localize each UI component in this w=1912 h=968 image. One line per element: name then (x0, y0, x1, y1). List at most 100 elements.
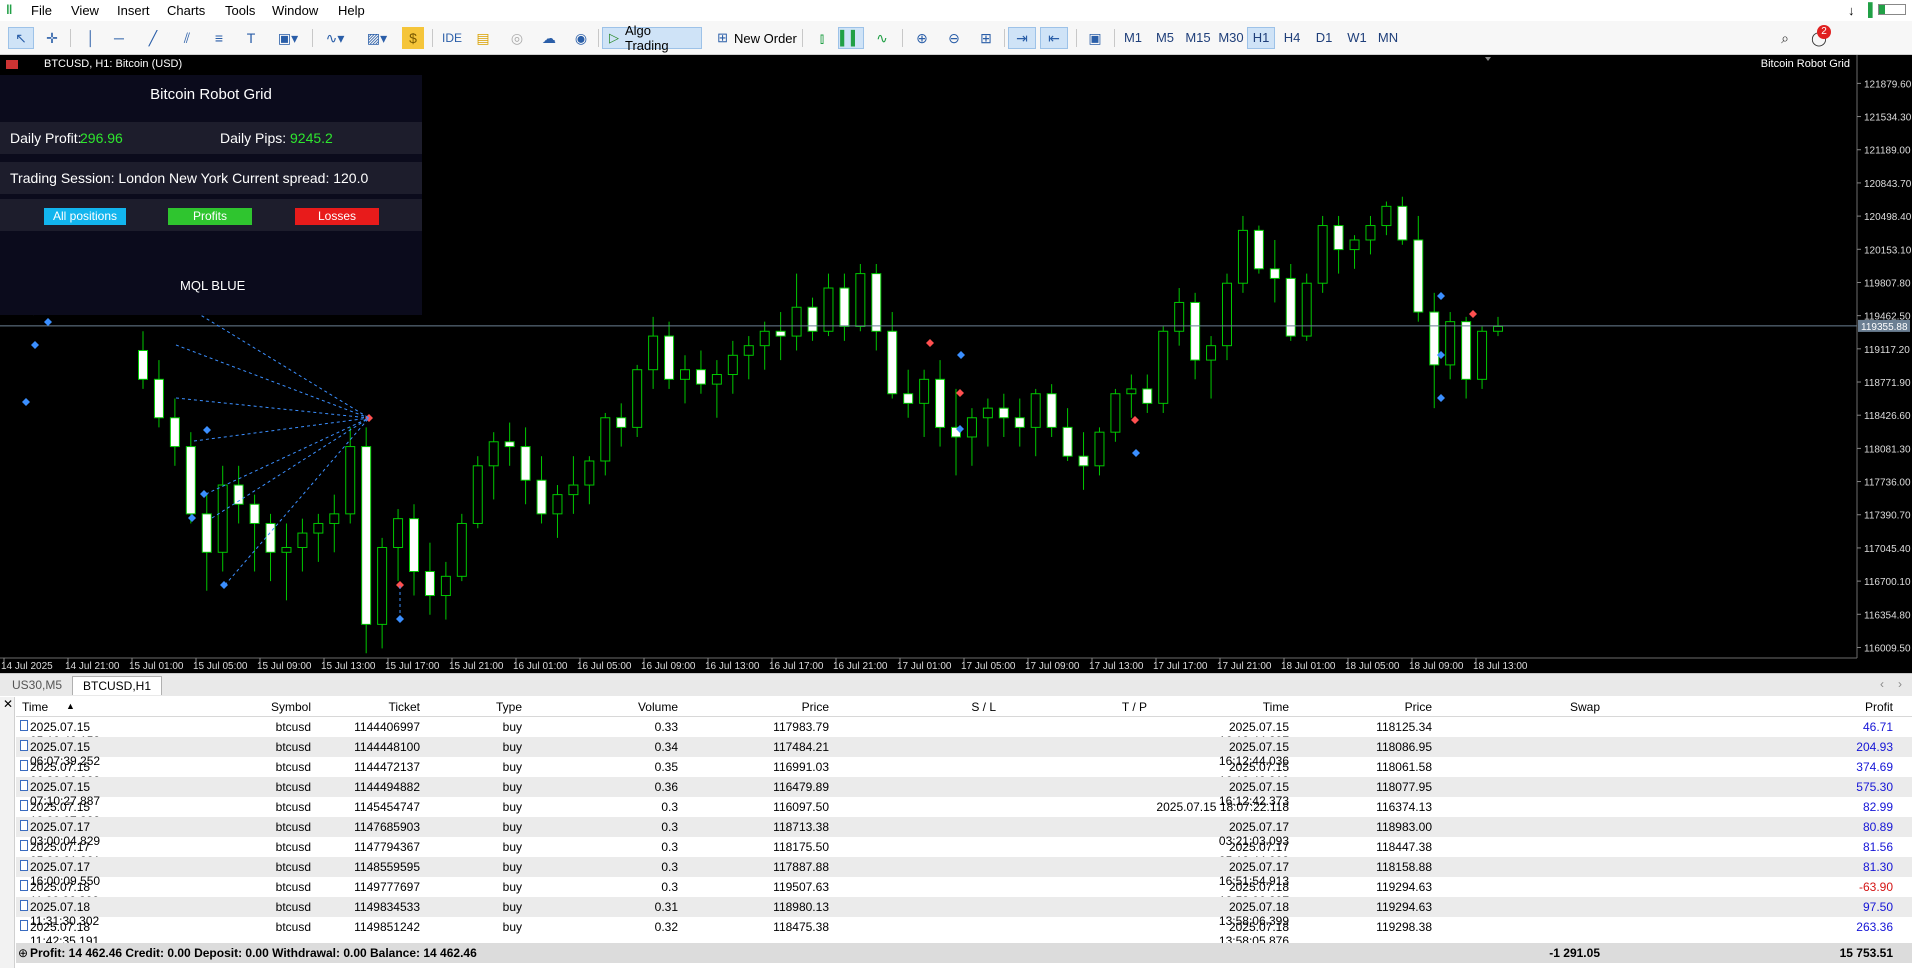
menu-insert[interactable]: Insert (117, 3, 150, 18)
candle-bear (536, 479, 547, 515)
cell-open-price: 118475.38 (773, 920, 829, 934)
crosshair-icon[interactable]: ✛ (40, 27, 64, 49)
bar-chart-icon[interactable]: ⫾ (810, 27, 834, 49)
col-open-time[interactable]: Time (22, 700, 48, 714)
shapes-icon[interactable]: ▣▾ (270, 27, 306, 49)
col-symbol[interactable]: Symbol (166, 700, 311, 714)
fibonacci-icon[interactable]: ≡ (208, 27, 230, 49)
menu-help[interactable]: Help (338, 3, 365, 18)
ide-button[interactable]: IDE (438, 27, 466, 49)
candle-bull (1158, 330, 1169, 404)
timeframe-m30[interactable]: M30 (1215, 27, 1247, 49)
new-order-button[interactable]: ⊞ New Order (708, 27, 806, 49)
toolbar-separator (598, 29, 599, 47)
zoom-out-icon[interactable]: ⊖ (942, 27, 966, 49)
candle-bear (520, 446, 531, 481)
menu-file[interactable]: File (31, 3, 52, 18)
table-row[interactable]: 2025.07.18 11:42:35.191 btcusd 1149851242 b… (16, 917, 1912, 948)
chart-tabs: US30,M5 BTCUSD,H1 ‹ › (0, 673, 1912, 696)
candle-bear (1333, 225, 1344, 251)
screenshot-icon[interactable]: ▣ (1082, 27, 1108, 49)
market-icon[interactable]: ▤ (472, 27, 494, 49)
summary-text: Profit: 14 462.46 Credit: 0.00 Deposit: … (30, 946, 477, 960)
timeframe-mn[interactable]: MN (1374, 27, 1402, 49)
candle-bear (1190, 301, 1201, 361)
daily-pips-label: Daily Pips: (220, 130, 287, 146)
tab-us30-m5[interactable]: US30,M5 (2, 676, 72, 694)
col-profit[interactable]: Profit (1606, 700, 1893, 714)
toolbar-separator (1076, 29, 1077, 47)
menu-view[interactable]: View (71, 3, 99, 18)
vertical-line-icon[interactable]: │ (80, 27, 102, 49)
table-row[interactable]: 2025.07.18 11:00:06.399btcusd1149777697b… (16, 877, 1912, 908)
col-close-time[interactable]: Time (1156, 700, 1289, 714)
timeframe-m1[interactable]: M1 (1120, 27, 1146, 49)
timeframe-w1[interactable]: W1 (1344, 27, 1370, 49)
menu-tools[interactable]: Tools (225, 3, 255, 18)
table-row[interactable]: 2025.07.17 03:00:04.829 btcusd 1147685903 b… (16, 817, 1912, 848)
table-row[interactable]: 2025.07.15 06:38:02.828btcusd1144472137b… (16, 757, 1912, 788)
indicators-icon[interactable]: ∿▾ (318, 27, 352, 49)
channel-icon[interactable]: ⫽ (176, 27, 198, 49)
timeframe-h1[interactable]: H1 (1247, 27, 1275, 49)
cursor-tool-icon[interactable]: ↖ (8, 27, 34, 49)
algo-trading-button[interactable]: ▷ Algo Trading (602, 23, 702, 53)
col-type[interactable]: Type (426, 700, 522, 714)
time-tick-label: 15 Jul 01:00 (129, 661, 184, 672)
table-row[interactable]: 2025.07.17 05:00:01.821btcusd1147794367b… (16, 837, 1912, 868)
col-close-price[interactable]: Price (1296, 700, 1432, 714)
zoom-in-icon[interactable]: ⊕ (910, 27, 934, 49)
table-row[interactable]: 2025.07.15 18:00:07.328btcusd1145454747b… (16, 797, 1912, 828)
table-row[interactable]: 2025.07.15 06:07:39.252 btcusd 1144448100 b… (16, 737, 1912, 768)
table-row[interactable]: 2025.07.15 05:19:42.153btcusd1144406997b… (16, 717, 1912, 748)
signals-icon[interactable]: $ (402, 27, 424, 49)
col-swap[interactable]: Swap (1436, 700, 1600, 714)
horizontal-line-icon[interactable]: ─ (108, 27, 130, 49)
candle-bear (1253, 229, 1264, 270)
expert-advisor-name: Bitcoin Robot Grid (1760, 58, 1850, 70)
minimize-icon[interactable]: ↓ (1848, 3, 1855, 18)
table-row[interactable]: 2025.07.18 11:31:30.302 btcusd 1149834533 b… (16, 897, 1912, 928)
table-row[interactable]: 2025.07.15 07:10:27.887 btcusd 1144494882 b… (16, 777, 1912, 808)
toolbar: ↖ ✛ │ ─ ╱ ⫽ ≡ T ▣▾ ∿▾ ▨▾ $ IDE ▤ ◎ ☁ ◉ ▷… (0, 21, 1912, 55)
profits-button[interactable]: Profits (168, 208, 252, 225)
tab-scroll-right-icon[interactable]: › (1898, 677, 1902, 691)
chart-templates-icon[interactable]: ▨▾ (360, 27, 394, 49)
timeframe-m15[interactable]: M15 (1182, 27, 1214, 49)
radio-icon[interactable]: ◎ (504, 27, 530, 49)
autoscroll-icon[interactable]: ⇥ (1008, 27, 1036, 49)
col-tp[interactable]: T / P (996, 700, 1147, 714)
cell-volume: 0.3 (661, 840, 678, 854)
candle-bull (377, 546, 388, 625)
candle-bull (855, 273, 866, 327)
cloud-icon[interactable]: ☁ (536, 27, 562, 49)
tab-scroll-left-icon[interactable]: ‹ (1880, 677, 1884, 691)
col-ticket[interactable]: Ticket (316, 700, 420, 714)
close-toolbox-icon[interactable]: ✕ (3, 697, 13, 711)
timeframe-h4[interactable]: H4 (1280, 27, 1304, 49)
candlestick-icon[interactable]: ▍▍ (838, 27, 864, 49)
trendline-icon[interactable]: ╱ (142, 27, 164, 49)
all-positions-button[interactable]: All positions (44, 208, 126, 225)
chart-shift-icon[interactable]: ⇤ (1040, 27, 1068, 49)
vps-icon[interactable]: ◉ (568, 27, 594, 49)
losses-button[interactable]: Losses (295, 208, 379, 225)
cell-volume: 0.32 (654, 920, 678, 934)
col-open-price[interactable]: Price (686, 700, 829, 714)
chart-area[interactable]: 121879.60 121534.30 121189.00 120843.70 1204… (0, 55, 1912, 673)
timeframe-d1[interactable]: D1 (1312, 27, 1336, 49)
menu-window[interactable]: Window (272, 3, 318, 18)
table-row[interactable]: 2025.07.17 16:00:09.550 btcusd 1148559595 b… (16, 857, 1912, 888)
candle-bull (1445, 321, 1456, 366)
tile-windows-icon[interactable]: ⊞ (974, 27, 998, 49)
text-tool-icon[interactable]: T (240, 27, 262, 49)
menu-charts[interactable]: Charts (167, 3, 205, 18)
line-chart-icon[interactable]: ∿ (870, 27, 894, 49)
col-volume[interactable]: Volume (526, 700, 678, 714)
timeframe-m5[interactable]: M5 (1152, 27, 1178, 49)
search-icon[interactable]: ⌕ (1774, 27, 1796, 49)
tab-btcusd-h1[interactable]: BTCUSD,H1 (72, 676, 163, 695)
summary-expand-icon[interactable]: ⊕ (18, 946, 28, 960)
col-sl[interactable]: S / L (836, 700, 996, 714)
candle-bull (217, 484, 228, 553)
